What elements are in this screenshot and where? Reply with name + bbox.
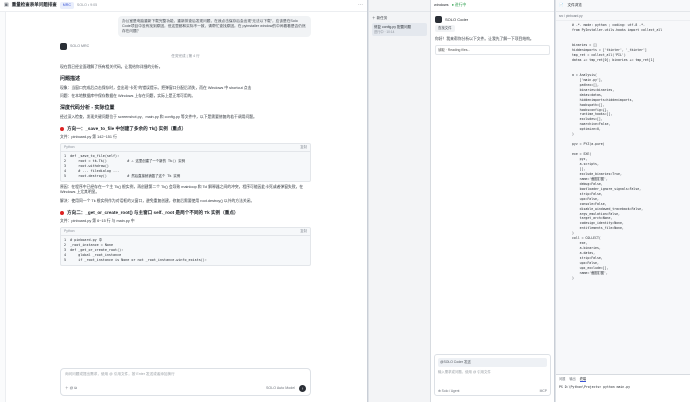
code-language: Python (64, 145, 75, 150)
tab-output[interactable]: 输出 (569, 377, 575, 382)
mention-bar: @SOLO Coder 发送 (438, 358, 547, 367)
solo-coder-header: windows ● 进行中 (431, 0, 554, 12)
breadcrumb: src / pinboard.py (556, 12, 690, 22)
copy-button[interactable]: 复制 (300, 145, 307, 150)
solo-coder-window: windows ● 进行中 SOLO Coder 查找文件 你好！我来帮你分析以… (431, 0, 555, 402)
terminal-line[interactable]: PS D:\Python\Projects> python main.py (559, 385, 687, 389)
code-content: 1 def _save_to_file(self): 2 root = tk.T… (64, 153, 185, 179)
solo-input-placeholder: 输入需求或问题，使用 @ 引用文件 (438, 369, 491, 374)
code-block-1: Python 复制 1 def _save_to_file(self): 2 r… (60, 143, 311, 183)
chat-title: 重量检查表单问题排查 (11, 2, 57, 8)
direction-one-title: 方向一：_save_to_file 中创建了多余的 Tk() 实例（重点） (67, 125, 187, 131)
more-icon[interactable]: ⋯ (358, 2, 363, 9)
copy-button[interactable]: 复制 (300, 229, 307, 234)
chat-window: ▣ 重量检查表单问题排查 MRC SOLO • 9:05 ⋯ 办公室是电脑重新下… (0, 0, 368, 402)
search-chip[interactable]: 查找文件 (435, 25, 455, 32)
agent-selector[interactable]: ⊕ Solo / Agent (438, 389, 459, 393)
intro-text: 现在我已经全面理解了所有相关代码。让我给你详细的分析。 (60, 64, 163, 69)
code-block-header: Python 复制 (61, 228, 310, 236)
direction-two-title: 方向二：_get_or_create_root() 与主窗口 self._roo… (67, 209, 239, 215)
code-content: 1 # pinboard.py 中 2 _root_instance = Non… (64, 237, 207, 262)
new-task-label: 新任务 (376, 16, 388, 20)
editor-tab[interactable]: 文件浏览 (567, 3, 581, 8)
status-badge: ● 进行中 (451, 2, 467, 7)
conversation: 办公室是电脑重新下载完整功能，重新排查后发现问题，在我点击保存后会出现“无法以下… (0, 12, 367, 364)
tab-problems[interactable]: 问题 (559, 377, 565, 382)
code-block-2: Python 复制 1 # pinboard.py 中 2 _root_inst… (60, 226, 311, 267)
agent-header: SOLO Coder (435, 16, 550, 23)
title-bar: ▣ 重量检查表单问题排查 MRC SOLO • 9:05 ⋯ (0, 0, 367, 12)
new-task-button[interactable]: ＋ 新任务 (372, 16, 427, 21)
workspace-title: windows (434, 2, 449, 7)
editor-header: 📄 文件浏览 (556, 0, 690, 12)
direction-one-heading: 方向一：_save_to_file 中创建了多余的 Tk() 实例（重点） (60, 126, 311, 132)
task-sidebar-header (369, 0, 430, 12)
red-dot-icon (60, 126, 64, 131)
direction-one-fix: 解决：使用同一个 Tk 根实例作为对话框的父窗口，避免重复创建，修复后需要使用 … (60, 198, 255, 203)
terminal-tabs: 问题 输出 终端 (559, 377, 687, 383)
task-item[interactable]: 修复 config.py 配置问题 进行中 · 10:14 (372, 22, 427, 36)
red-dot-icon (60, 210, 64, 215)
heading-problem: 问题描述 (60, 75, 81, 82)
project-tab[interactable]: MRC (59, 2, 74, 9)
user-message: 办公室是电脑重新下载完整功能，重新排查后发现问题，在我点击保存后会出现“无法以下… (118, 16, 311, 37)
editor-window: 📄 文件浏览 src / pinboard.py # -*- mode: pyt… (556, 0, 690, 402)
chat-meta: SOLO • 9:05 (76, 3, 98, 8)
model-selector[interactable]: SOLO Auto Model (266, 386, 295, 391)
code-block-header: Python 复制 (61, 144, 310, 152)
assistant-name: SOLO MRC (70, 44, 90, 49)
agent-reply: 你好！我来帮你分析以下文件。让我先了解一下项目结构。 (435, 36, 534, 41)
file-icon: 📄 (559, 3, 564, 8)
solo-input-toolbar: ⊕ Solo / Agent MCP (438, 389, 547, 393)
code-language: Python (64, 228, 75, 233)
direction-two-file: 文件：pinboard.py 第 6~15 行 与 main.py 中 (60, 218, 135, 223)
direction-two-heading: 方向二：_get_or_create_root() 与主窗口 self._roo… (60, 210, 311, 216)
input-actions: SOLO Auto Model ↑ (266, 385, 306, 392)
input-toolbar: ＋ @ ⧉ SOLO Auto Model ↑ (65, 385, 306, 392)
task-sidebar: ＋ 新任务 修复 config.py 配置问题 进行中 · 10:14 (369, 0, 431, 402)
root-cause-text: 经过深入检查，发现关键问题位于 screenshot.py、main.py 和 … (60, 114, 257, 119)
mcp-button[interactable]: MCP (540, 389, 547, 393)
task-divider[interactable]: 任务完成 | 第 4 行 (60, 54, 311, 59)
direction-one-body: 原因：在程序中已经存在一个主 Tk() 根实例，再创建第二个 Tk() 会导致 … (60, 185, 304, 195)
solo-coder-body: SOLO Coder 查找文件 你好！我来帮你分析以下文件。让我先了解一下项目结… (431, 12, 554, 62)
phenomenon-text: 现象：当窗口完成后点击保存时，会出现“卡死”的错误提示。把弹窗口分配后消失，而在… (60, 85, 252, 90)
agent-name: SOLO Coder (445, 16, 469, 22)
solo-input[interactable]: @SOLO Coder 发送 输入需求或问题，使用 @ 引用文件 ⊕ Solo … (434, 354, 551, 396)
cause-text: 问题：在本地数据库中保存数据在 Windows 上存在问题，实际上是正常可用的。 (60, 93, 196, 98)
agent-avatar (435, 16, 442, 23)
assistant-header: SOLO MRC (60, 42, 311, 50)
progress-card: 读取 · Reading files... (435, 44, 550, 56)
app-logo-icon: ▣ (4, 2, 9, 9)
task-item-status: 进行中 · 10:14 (374, 29, 395, 34)
chat-input[interactable]: 询问问题或提出需求，使用 @ 引用文件，按 Enter 发送或者添加换行 ＋ @… (60, 368, 311, 396)
attach-icon[interactable]: ＋ @ ⧉ (65, 386, 77, 391)
editor-code[interactable]: # -*- mode: python ; coding: utf-8 -*- f… (556, 21, 690, 281)
input-placeholder: 询问问题或提出需求，使用 @ 引用文件，按 Enter 发送或者添加换行 (65, 372, 175, 376)
send-button[interactable]: ↑ (299, 385, 306, 392)
assistant-avatar (60, 42, 67, 50)
heading-root-cause: 深度代码分析 - 实际位置 (60, 104, 115, 111)
direction-one-file: 文件：pinboard.py 第 142~151 行 (60, 134, 117, 139)
tab-terminal[interactable]: 终端 (579, 377, 587, 383)
terminal-panel: 问题 输出 终端 PS D:\Python\Projects> python m… (556, 374, 690, 402)
